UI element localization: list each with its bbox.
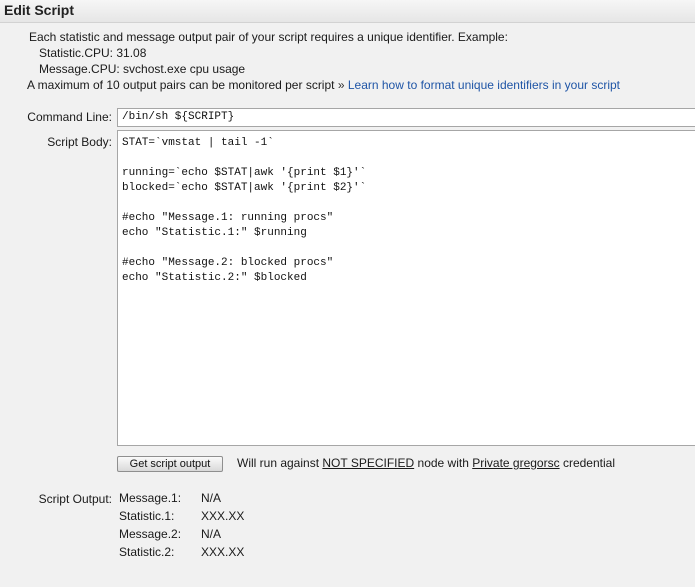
output-value: XXX.XX bbox=[201, 509, 245, 523]
output-row: Statistic.2: XXX.XX bbox=[119, 545, 244, 563]
output-row: Statistic.1: XXX.XX bbox=[119, 509, 244, 527]
output-key: Message.2: bbox=[119, 527, 182, 541]
run-info-middle: node with bbox=[417, 456, 469, 470]
script-body-label: Script Body: bbox=[47, 135, 112, 149]
help-text: Each statistic and message output pair o… bbox=[27, 29, 620, 93]
run-info-suffix: credential bbox=[562, 456, 615, 470]
raquo-icon: » bbox=[337, 78, 345, 92]
output-row: Message.1: N/A bbox=[119, 491, 244, 509]
node-link[interactable]: NOT SPECIFIED bbox=[322, 456, 414, 470]
output-key: Statistic.1: bbox=[119, 509, 175, 523]
example-message: Message.CPU: svchost.exe cpu usage bbox=[39, 62, 246, 76]
output-value: N/A bbox=[201, 491, 222, 505]
command-line-input[interactable]: /bin/sh ${SCRIPT} bbox=[117, 108, 695, 127]
title-bar: Edit Script bbox=[0, 0, 695, 23]
output-key: Message.1: bbox=[119, 491, 182, 505]
output-value: N/A bbox=[201, 527, 222, 541]
output-value: XXX.XX bbox=[201, 545, 245, 559]
max-pairs-line: A maximum of 10 output pairs can be moni… bbox=[27, 77, 620, 93]
script-body-textarea[interactable]: STAT=`vmstat | tail -1` running=`echo $S… bbox=[117, 130, 695, 446]
script-output-list: Message.1: N/A Statistic.1: XXX.XX Message… bbox=[119, 491, 244, 563]
max-pairs-text: A maximum of 10 output pairs can be moni… bbox=[27, 78, 335, 92]
help-intro: Each statistic and message output pair o… bbox=[29, 30, 508, 44]
command-line-label: Command Line: bbox=[27, 110, 112, 124]
get-script-output-button[interactable]: Get script output bbox=[117, 456, 223, 472]
credential-link[interactable]: Private gregorsc bbox=[472, 456, 559, 470]
run-info-prefix: Will run against bbox=[237, 456, 320, 470]
output-row: Message.2: N/A bbox=[119, 527, 244, 545]
run-info: Will run against NOT SPECIFIED node with… bbox=[237, 456, 615, 470]
script-output-label: Script Output: bbox=[38, 492, 112, 506]
learn-format-link[interactable]: Learn how to format unique identifiers i… bbox=[348, 78, 620, 92]
output-key: Statistic.2: bbox=[119, 545, 175, 559]
example-statistic: Statistic.CPU: 31.08 bbox=[39, 46, 147, 60]
page-title: Edit Script bbox=[4, 2, 75, 18]
